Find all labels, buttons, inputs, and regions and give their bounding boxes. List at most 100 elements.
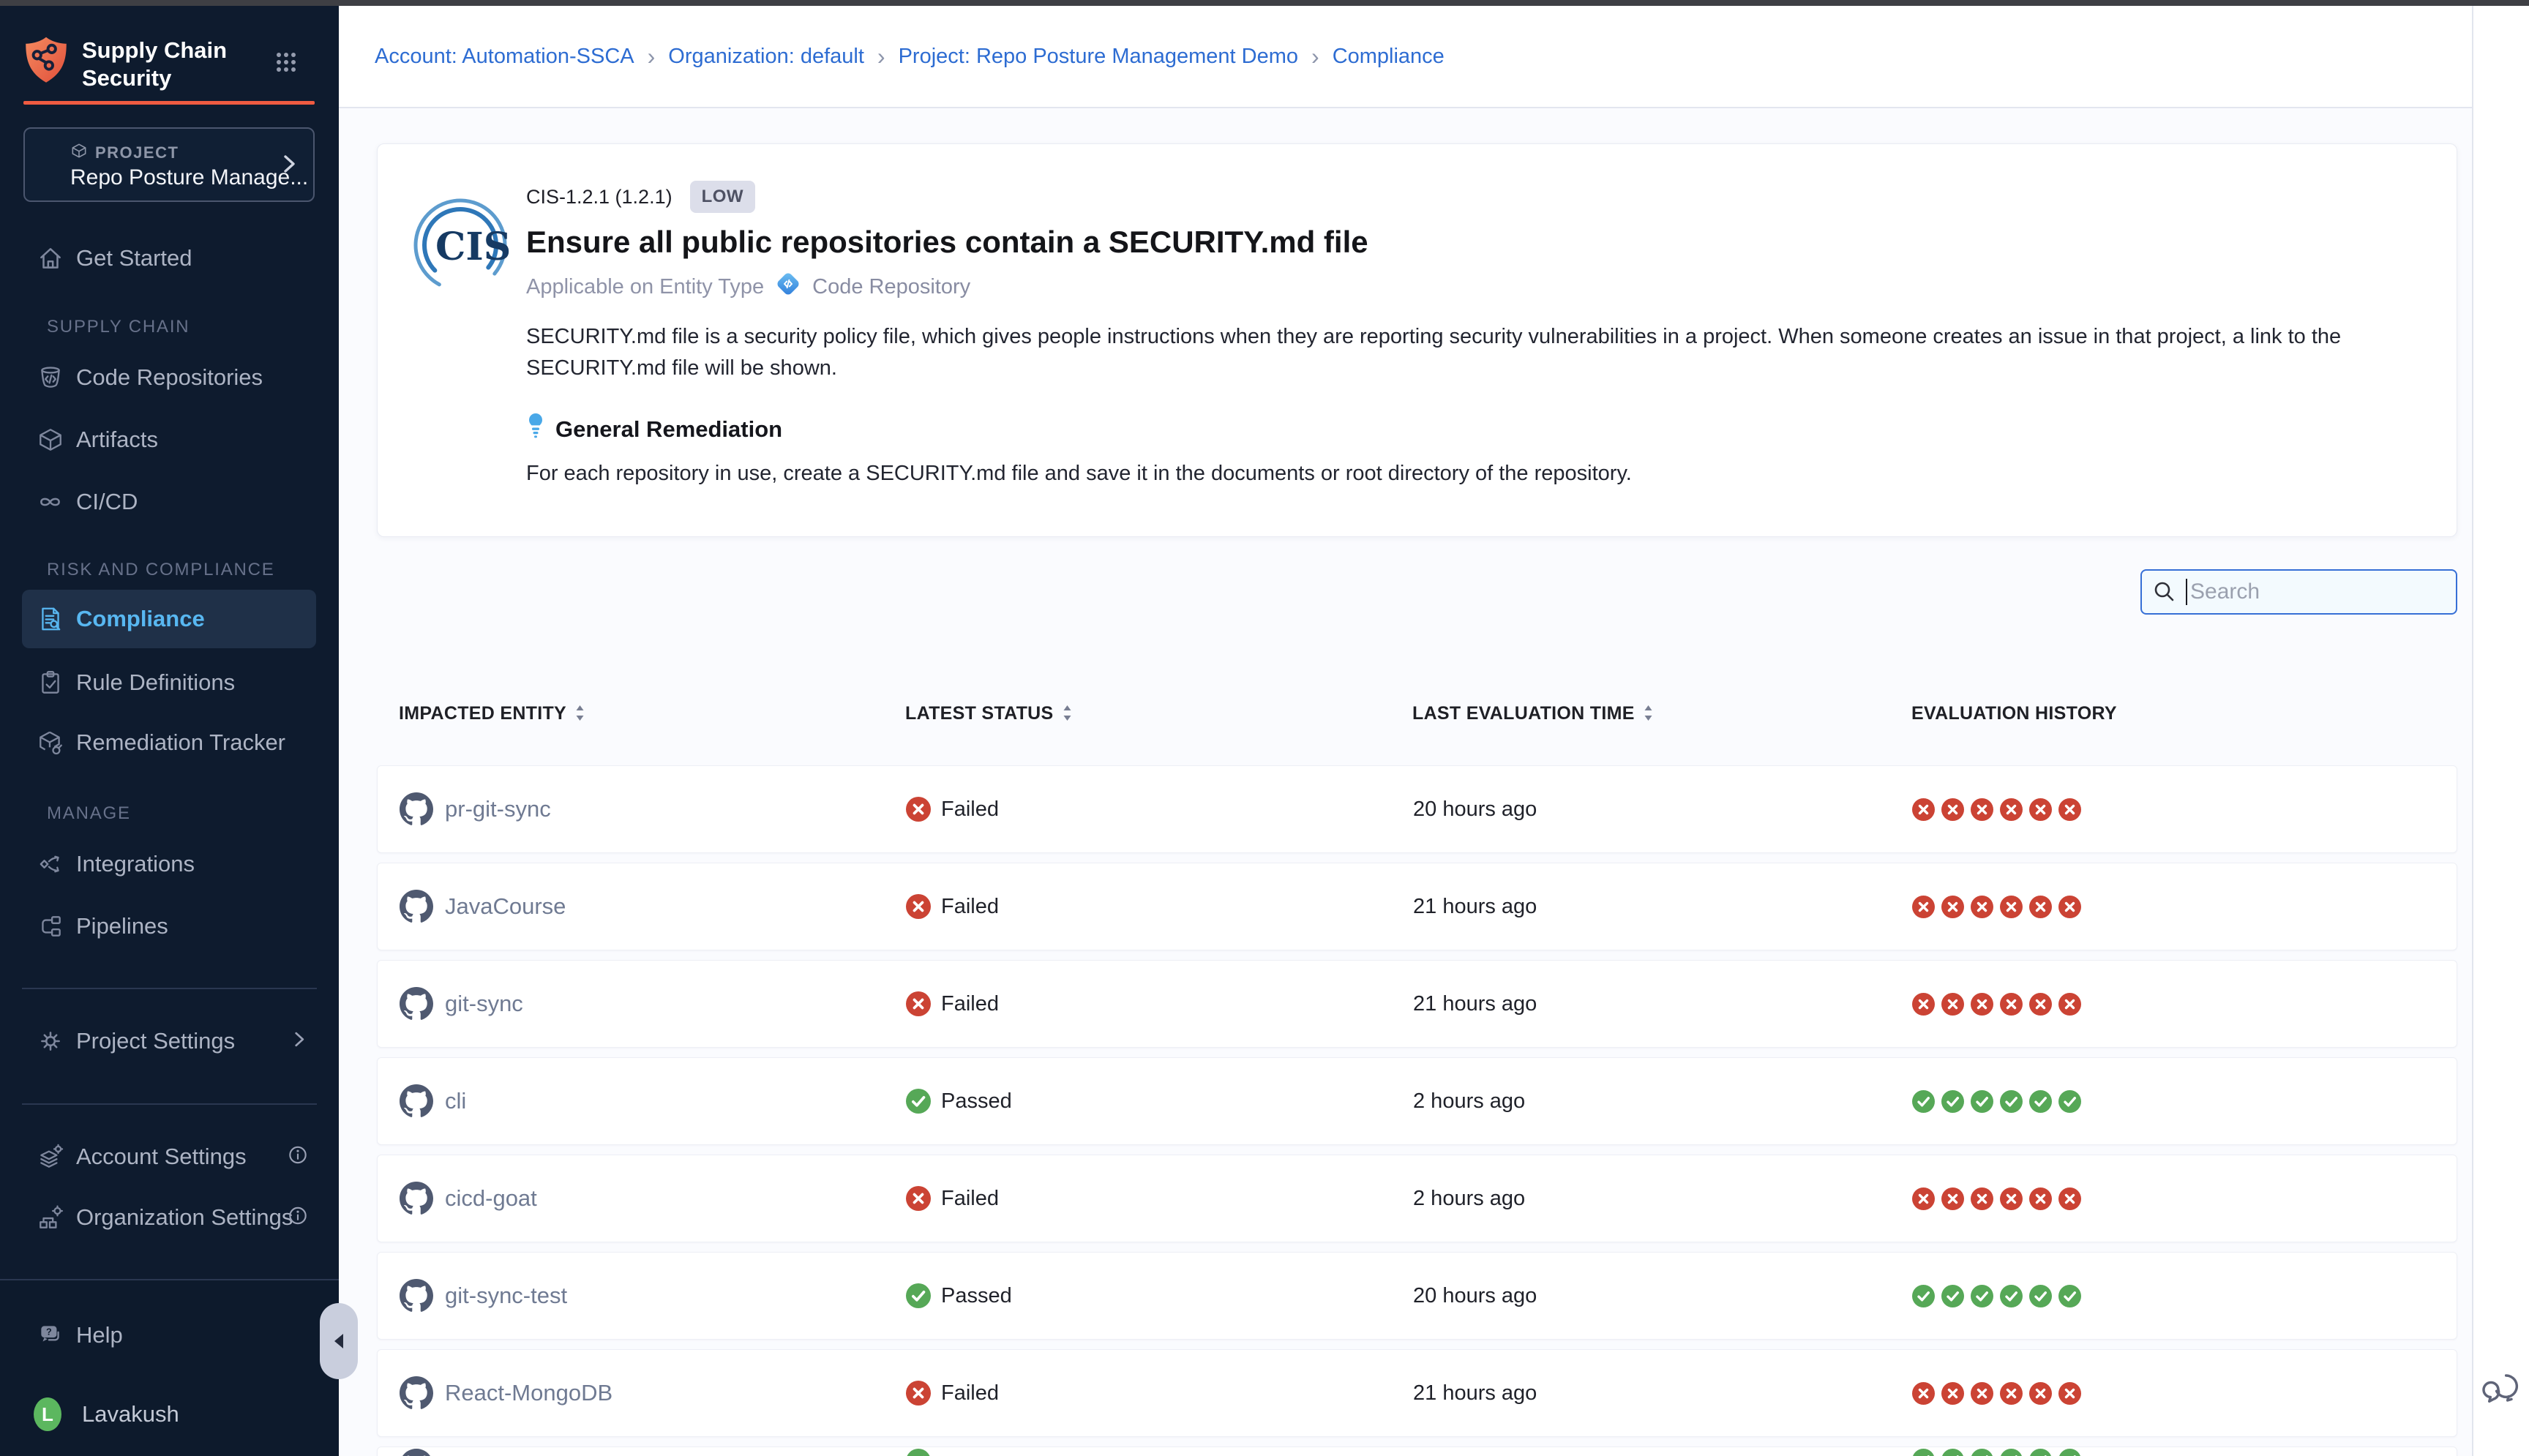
x-circle-icon: [2029, 993, 2052, 1016]
check-circle-icon: [906, 1283, 931, 1308]
entity-cell[interactable]: React-MongoDB: [400, 1350, 612, 1436]
status-cell: [906, 1447, 931, 1456]
sidebar-item-label: Integrations: [76, 851, 195, 877]
sidebar: Supply Chain Security PROJECT Repo Postu…: [0, 6, 339, 1456]
x-circle-icon: [2000, 1382, 2023, 1405]
avatar-initial: L: [42, 1403, 53, 1426]
avatar: L: [34, 1400, 61, 1428]
sidebar-item-account-settings[interactable]: Account Settings: [0, 1136, 339, 1177]
last-evaluation-time-cell: 21 hours ago: [1413, 961, 1537, 1047]
table-row: cicd-goatFailed2 hours ago: [377, 1155, 2457, 1242]
sidebar-item-help[interactable]: ? Help: [0, 1315, 339, 1356]
sidebar-item-label: CI/CD: [76, 489, 138, 515]
check-circle-icon: [2000, 1449, 2023, 1456]
status-label: Passed: [941, 1089, 1012, 1114]
table-row: cliPassed2 hours ago: [377, 1057, 2457, 1145]
github-icon: [400, 987, 433, 1021]
check-circle-icon: [2029, 1090, 2052, 1113]
entity-cell[interactable]: [400, 1447, 445, 1456]
artifacts-cube-icon: [37, 426, 64, 454]
entity-name[interactable]: cli: [445, 1088, 466, 1114]
github-icon: [400, 1279, 433, 1313]
x-circle-icon: [906, 894, 931, 919]
evaluation-history-cell: [1912, 1155, 2081, 1242]
x-circle-icon: [1971, 993, 1993, 1016]
status-label: Failed: [941, 798, 999, 822]
sidebar-item-get-started[interactable]: Get Started: [0, 238, 339, 279]
chat-support-icon[interactable]: [2481, 1370, 2522, 1414]
sidebar-item-label: Get Started: [76, 245, 192, 271]
entity-name[interactable]: JavaCourse: [445, 893, 566, 920]
sidebar-item-integrations[interactable]: Integrations: [0, 844, 339, 885]
sidebar-footer: ? Help L Lavakush: [0, 1279, 339, 1456]
check-circle-icon: [1971, 1090, 1993, 1113]
last-evaluation-time-cell: 20 hours ago: [1413, 766, 1537, 852]
x-circle-icon: [1912, 798, 1935, 821]
x-circle-icon: [1941, 896, 1964, 918]
sidebar-item-rule-definitions[interactable]: Rule Definitions: [0, 662, 339, 703]
check-circle-icon: [1912, 1090, 1935, 1113]
last-evaluation-time-cell: 20 hours ago: [1413, 1253, 1537, 1339]
status-label: Passed: [941, 1284, 1012, 1308]
project-selector[interactable]: PROJECT Repo Posture Manage...: [23, 127, 315, 202]
project-name: Repo Posture Manage...: [70, 165, 308, 190]
account-settings-layers-icon: [37, 1143, 64, 1171]
module-grid-icon[interactable]: [274, 50, 299, 78]
check-circle-icon: [1971, 1285, 1993, 1307]
sidebar-item-remediation-tracker[interactable]: Remediation Tracker: [0, 722, 339, 763]
status-cell: Failed: [906, 766, 999, 852]
sidebar-item-project-settings[interactable]: Project Settings: [0, 1021, 339, 1062]
app-title-line2: Security: [82, 64, 227, 92]
evaluation-history-cell: [1912, 1253, 2081, 1339]
sidebar-collapse-handle[interactable]: [320, 1303, 358, 1379]
sidebar-item-organization-settings[interactable]: Organization Settings: [0, 1197, 339, 1238]
table-rows: pr-git-sync Failed 20 hours ago JavaCourse F…: [377, 0, 2457, 1456]
x-circle-icon: [906, 1186, 931, 1211]
x-circle-icon: [2000, 896, 2023, 918]
entity-cell[interactable]: JavaCourse: [400, 863, 566, 950]
check-circle-icon: [2029, 1285, 2052, 1307]
sidebar-item-compliance[interactable]: Compliance: [0, 598, 339, 639]
user-menu[interactable]: L Lavakush: [0, 1394, 339, 1435]
entity-cell[interactable]: pr-git-sync: [400, 766, 551, 852]
entity-cell[interactable]: cicd-goat: [400, 1155, 537, 1242]
sidebar-item-artifacts[interactable]: Artifacts: [0, 419, 339, 460]
sidebar-item-label: Rule Definitions: [76, 669, 235, 696]
chevron-right-icon: [275, 151, 301, 181]
entity-name[interactable]: git-sync-test: [445, 1283, 567, 1309]
pipelines-icon: [37, 912, 64, 940]
check-circle-icon: [1971, 1449, 1993, 1456]
x-circle-icon: [1971, 896, 1993, 918]
x-circle-icon: [2029, 1187, 2052, 1210]
sidebar-item-cicd[interactable]: CI/CD: [0, 481, 339, 522]
infinity-icon: [37, 488, 64, 516]
status-cell: Failed: [906, 961, 999, 1047]
entity-name[interactable]: pr-git-sync: [445, 796, 551, 822]
entity-cell[interactable]: git-sync: [400, 961, 523, 1047]
entity-cell[interactable]: cli: [400, 1058, 466, 1144]
entity-name[interactable]: git-sync: [445, 991, 523, 1017]
table-row: [377, 1446, 2457, 1456]
table-row: git-sync Failed 21 hours ago: [377, 960, 2457, 1048]
sidebar-item-code-repositories[interactable]: Code Repositories: [0, 357, 339, 398]
x-circle-icon: [1971, 798, 1993, 821]
supply-chain-shield-logo-icon: [23, 35, 69, 90]
sidebar-item-label: Project Settings: [76, 1028, 235, 1054]
x-circle-icon: [1912, 896, 1935, 918]
x-circle-icon: [2058, 1187, 2081, 1210]
check-circle-icon: [2058, 1449, 2081, 1456]
entity-name[interactable]: cicd-goat: [445, 1185, 537, 1212]
table-row: React-MongoDBFailed21 hours ago: [377, 1349, 2457, 1437]
check-circle-icon: [906, 1449, 931, 1456]
chevron-right-icon: [288, 1029, 310, 1054]
github-icon: [400, 792, 433, 826]
x-circle-icon: [906, 1381, 931, 1406]
entity-name[interactable]: React-MongoDB: [445, 1380, 612, 1406]
sidebar-item-pipelines[interactable]: Pipelines: [0, 906, 339, 947]
section-label-supply-chain: SUPPLY CHAIN: [47, 317, 190, 337]
evaluation-history-cell: [1912, 1058, 2081, 1144]
check-circle-icon: [1941, 1285, 1964, 1307]
entity-cell[interactable]: git-sync-test: [400, 1253, 567, 1339]
check-circle-icon: [1912, 1285, 1935, 1307]
brand-underline: [23, 101, 315, 105]
